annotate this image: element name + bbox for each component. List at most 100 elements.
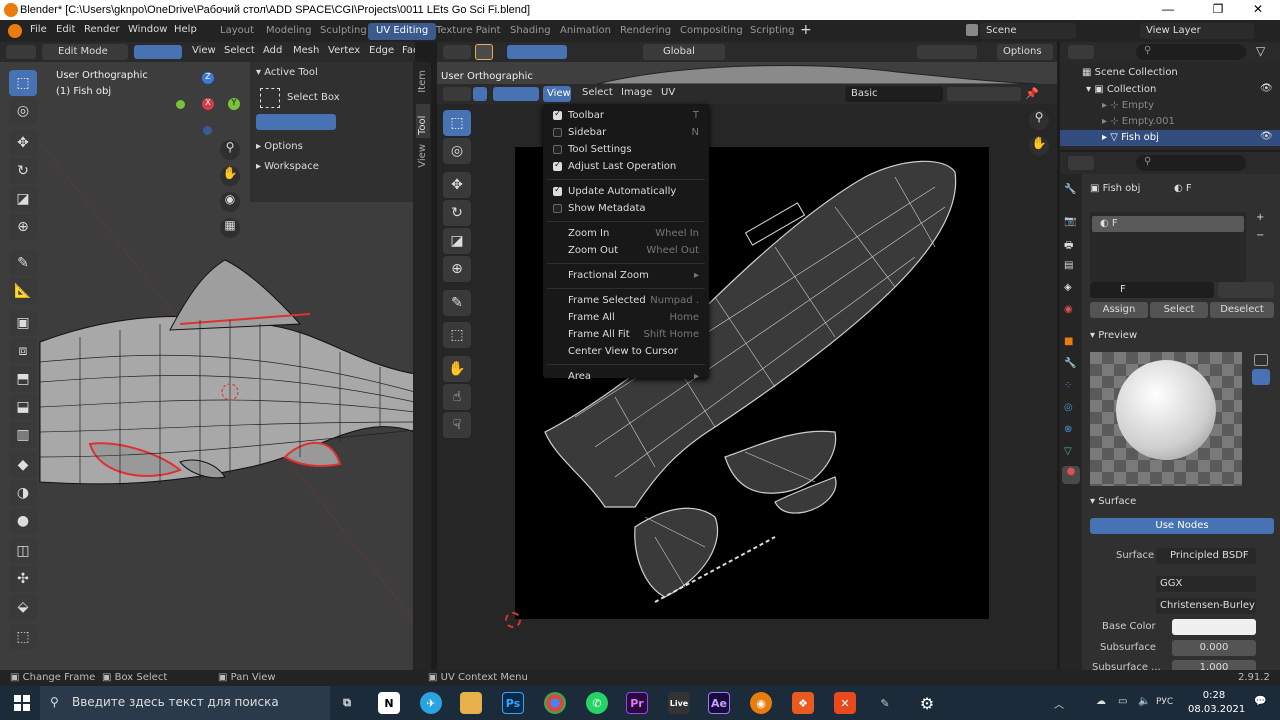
task-view-icon[interactable]: ⧉ bbox=[336, 692, 358, 714]
preview-panel-header[interactable]: ▾ Preview bbox=[1090, 330, 1137, 341]
outliner-search[interactable]: ⚲ bbox=[1136, 44, 1246, 60]
notion-icon[interactable]: N bbox=[378, 692, 400, 714]
scene-selector[interactable]: Scene bbox=[980, 23, 1076, 39]
subsurface-method-dropdown[interactable]: Christensen-Burley bbox=[1156, 598, 1256, 614]
checkbox-icon[interactable] bbox=[553, 128, 562, 137]
uv-select-box-icon[interactable]: ⬚ bbox=[443, 110, 471, 136]
mode-selector[interactable]: Edit Mode bbox=[42, 44, 128, 60]
gizmo-neg-z[interactable] bbox=[203, 126, 212, 135]
windows-start-icon[interactable] bbox=[14, 695, 30, 711]
view-menu-item-frame-selected[interactable]: Frame Selected Numpad . bbox=[543, 293, 709, 309]
view-layer-selector[interactable]: View Layer bbox=[1140, 23, 1254, 39]
active-tool-header[interactable]: ▾ Active Tool bbox=[256, 67, 318, 78]
after-effects-icon[interactable]: Ae bbox=[708, 692, 730, 714]
menu-uv[interactable]: UV bbox=[661, 87, 675, 98]
menu-face[interactable]: Face bbox=[402, 45, 415, 56]
uv-grab-icon[interactable]: ✋ bbox=[443, 356, 471, 382]
collection-eye-icon[interactable]: 👁 bbox=[1260, 83, 1273, 94]
fl-studio-icon[interactable]: ❖ bbox=[792, 692, 814, 714]
gizmo-neg-y[interactable] bbox=[176, 100, 185, 109]
editor-type-icon[interactable] bbox=[6, 45, 36, 59]
object-tab-icon[interactable]: ■ bbox=[1064, 336, 1073, 347]
rip-tool-icon[interactable]: ⬚ bbox=[9, 624, 37, 650]
workspace-header[interactable]: ▸ Workspace bbox=[256, 161, 319, 172]
view-layer-tab-icon[interactable]: ▤ bbox=[1064, 260, 1073, 271]
language-indicator[interactable]: РУС bbox=[1156, 697, 1173, 707]
checkbox-icon[interactable] bbox=[553, 185, 562, 196]
shear-tool-icon[interactable]: ⬙ bbox=[9, 594, 37, 620]
smooth-tool-icon[interactable]: ◫ bbox=[9, 538, 37, 564]
editor-type-icon[interactable] bbox=[1068, 45, 1094, 59]
close-button[interactable]: ✕ bbox=[1236, 2, 1280, 16]
menu-select[interactable]: Select bbox=[582, 87, 613, 98]
blender-menu-icon[interactable] bbox=[8, 24, 22, 38]
network-icon[interactable]: ▭ bbox=[1118, 696, 1127, 707]
whatsapp-icon[interactable]: ✆ bbox=[586, 692, 608, 714]
image-name-field[interactable]: Basic bbox=[845, 86, 943, 102]
tab-sculpting[interactable]: Sculpting bbox=[312, 23, 375, 40]
taskbar-search[interactable]: Введите здесь текст для поиска bbox=[40, 686, 330, 720]
uv-pinch-icon[interactable]: ☟ bbox=[443, 412, 471, 438]
minimize-button[interactable]: — bbox=[1146, 2, 1190, 16]
clock-time[interactable]: 0:28 bbox=[1194, 690, 1234, 701]
scale-tool-icon[interactable]: ◪ bbox=[9, 186, 37, 212]
onedrive-icon[interactable]: ☁ bbox=[1096, 696, 1106, 707]
poly-build-tool-icon[interactable]: ◑ bbox=[9, 480, 37, 506]
tab-view[interactable]: View bbox=[417, 144, 428, 168]
preview-sphere-icon[interactable] bbox=[1252, 369, 1270, 385]
maximize-button[interactable]: ❐ bbox=[1196, 2, 1240, 16]
chrome-icon[interactable] bbox=[544, 692, 566, 714]
tab-shading[interactable]: Shading bbox=[502, 23, 559, 40]
uv-pan-icon[interactable]: ✋ bbox=[1029, 136, 1049, 156]
sync-selection-icon[interactable] bbox=[473, 87, 487, 101]
ortho-grid-icon[interactable]: ▦ bbox=[220, 218, 240, 238]
pin-icon[interactable]: 📌 bbox=[1025, 87, 1039, 101]
editor-type-icon[interactable] bbox=[1068, 156, 1094, 170]
zoom-icon[interactable]: ⚲ bbox=[220, 140, 240, 160]
shrink-fatten-tool-icon[interactable]: ✣ bbox=[9, 566, 37, 592]
view-menu-item-fractional-zoom[interactable]: Fractional Zoom ▸ bbox=[543, 268, 709, 284]
render-tab-icon[interactable]: 📷 bbox=[1064, 216, 1076, 227]
photoshop-icon[interactable]: Ps bbox=[502, 692, 524, 714]
viewport-3d[interactable]: Edit Mode View Select Add Mesh Vertex Ed… bbox=[0, 42, 415, 670]
distribution-dropdown[interactable]: GGX bbox=[1156, 576, 1256, 592]
select-mode-icons[interactable] bbox=[134, 45, 182, 59]
blender-taskbar-icon[interactable]: ◉ bbox=[750, 692, 772, 714]
menu-view-open[interactable]: View bbox=[543, 86, 571, 102]
uv-annotate-icon[interactable]: ✎ bbox=[443, 290, 471, 316]
uv-rotate-icon[interactable]: ↻ bbox=[443, 200, 471, 226]
menu-view[interactable]: View bbox=[192, 45, 216, 56]
xmind-icon[interactable]: ✕ bbox=[834, 692, 856, 714]
uv-scale-icon[interactable]: ◪ bbox=[443, 228, 471, 254]
uv-relax-icon[interactable]: ☝ bbox=[443, 384, 471, 410]
ableton-live-icon[interactable]: Live bbox=[668, 692, 690, 714]
view-menu-item-tool-settings[interactable]: Tool Settings bbox=[543, 142, 709, 158]
assign-button[interactable]: Assign bbox=[1090, 302, 1148, 318]
material-slot-list[interactable]: ◐ F bbox=[1090, 212, 1246, 282]
menu-edit[interactable]: Edit bbox=[56, 24, 75, 35]
checkbox-icon[interactable] bbox=[553, 109, 562, 120]
view-menu-item-frame-all-fit[interactable]: Frame All Fit Shift Home bbox=[543, 327, 709, 343]
properties-search[interactable]: ⚲ bbox=[1136, 155, 1246, 171]
view-menu-item-adjust-last-operation[interactable]: Adjust Last Operation bbox=[543, 159, 709, 175]
extrude-tool-icon[interactable]: ⧈ bbox=[9, 338, 37, 364]
view-menu-item-zoom-in[interactable]: Zoom In Wheel In bbox=[543, 226, 709, 242]
modifier-tab-icon[interactable]: 🔧 bbox=[1064, 358, 1076, 369]
premiere-icon[interactable]: Pr bbox=[626, 692, 648, 714]
tab-rendering[interactable]: Rendering bbox=[612, 23, 679, 40]
gizmo-z-axis[interactable]: Z bbox=[202, 72, 214, 84]
view-menu-item-center-view-to-cursor[interactable]: Center View to Cursor bbox=[543, 344, 709, 360]
loop-cut-tool-icon[interactable]: ▥ bbox=[9, 422, 37, 448]
add-slot-button[interactable]: + bbox=[1256, 212, 1264, 223]
image-buttons[interactable] bbox=[947, 87, 1021, 101]
physics-tab-icon[interactable]: ◎ bbox=[1064, 402, 1073, 413]
uv-cursor-icon[interactable]: ◎ bbox=[443, 138, 471, 164]
telegram-icon[interactable]: ✈ bbox=[420, 692, 442, 714]
uv-rip-icon[interactable]: ⬚ bbox=[443, 322, 471, 348]
uv-transform-icon[interactable]: ⊕ bbox=[443, 256, 471, 282]
material-action-buttons[interactable] bbox=[1218, 282, 1274, 298]
inset-tool-icon[interactable]: ⬒ bbox=[9, 366, 37, 392]
axis-lock-buttons[interactable] bbox=[917, 45, 977, 59]
menu-window[interactable]: Window bbox=[128, 24, 167, 35]
cursor-tool-icon[interactable]: ◎ bbox=[9, 98, 37, 124]
